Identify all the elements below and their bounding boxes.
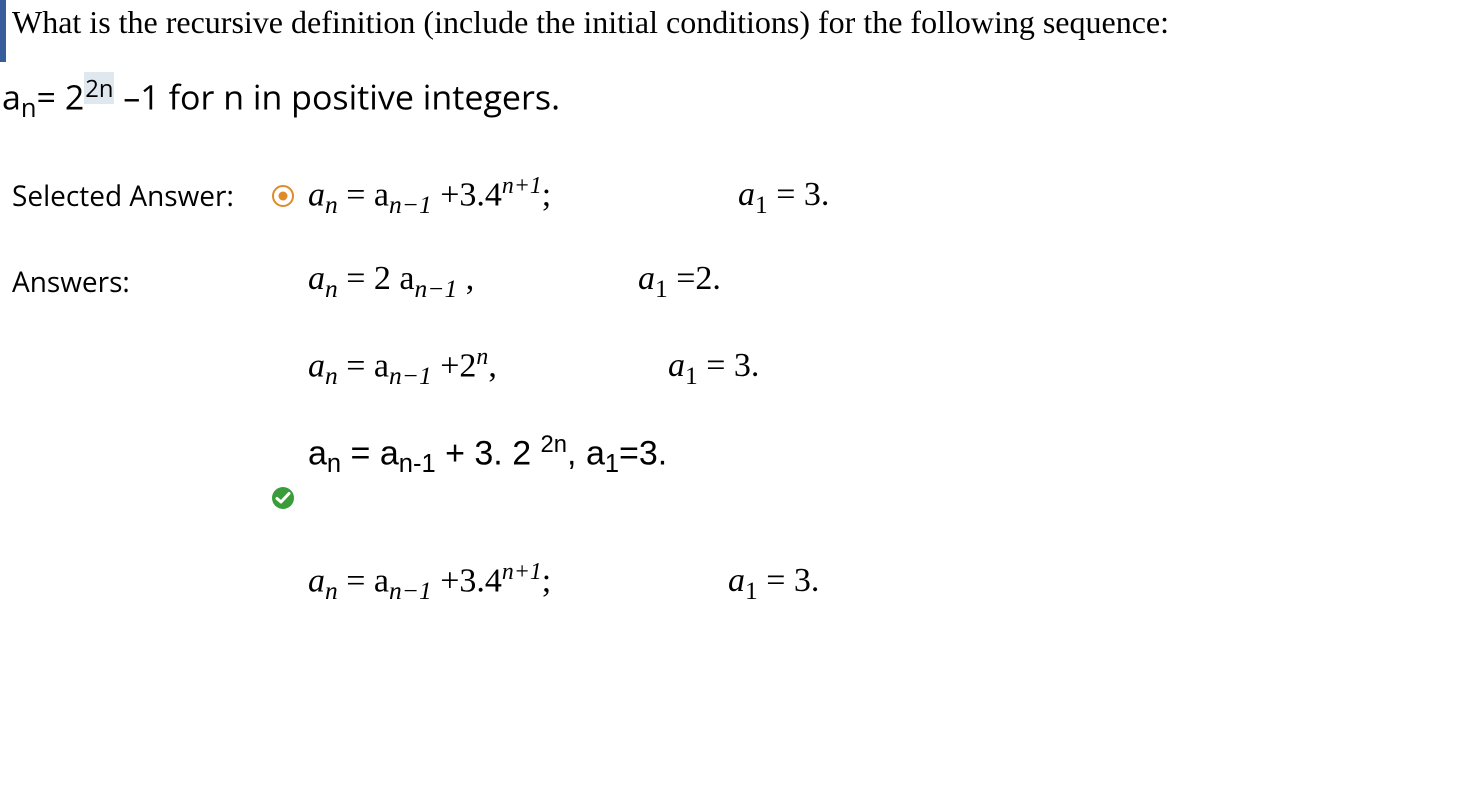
a1-mid: = 2 a [338,260,415,297]
answer-row-3: an = an-1 + 3. 2 2n, a1=3. [12,431,1480,479]
a3-sup: 2n [541,431,567,458]
a2-init-lhs: a [668,347,685,384]
a3-init-rhs: =3. [619,434,667,472]
a3-init-sub: 1 [605,450,619,478]
a3-lhs: a [308,434,327,472]
a3-init-lhs: a [586,434,605,472]
selected-answer-equation: an = an−1 +3.4n+1; a1 = 3. [308,173,829,220]
formula-exp: 2n [84,72,114,104]
question-block: What is the recursive definition (includ… [0,0,1480,606]
answer-2-equation: an = an−1 +2n, a1 = 3. [308,344,759,391]
sa-tail2: ; [542,176,551,213]
a2-lhs-sub: n [325,361,338,390]
formula-lhs-a: a [2,73,21,119]
selected-answer-label: Selected Answer: [12,177,272,215]
answer-4-equation: an = an−1 +3.4n+1; a1 = 3. [308,559,819,606]
a4-mid: = a [338,562,389,599]
a4-sup: n+1 [502,559,542,585]
sa-lhs-sub: n [325,190,338,219]
a1-init-lhs: a [638,260,655,297]
formula-tail: –1 for n in positive integers. [114,73,560,119]
a3-tail1: + 3. 2 [436,434,541,472]
a2-init-rhs: = 3. [698,347,760,384]
answers-label: Answers: [12,263,272,301]
answer-3-equation: an = an-1 + 3. 2 2n, a1=3. [308,431,667,479]
a2-tail2: , [488,347,497,384]
a4-tail1: +3.4 [432,562,502,599]
correct-icon [272,487,294,509]
a3-tail2: , [567,434,586,472]
sa-lhs: a [308,176,325,213]
formula-lhs-sub: n [21,91,37,125]
a4-init-rhs: = 3. [758,562,820,599]
a2-lhs: a [308,347,325,384]
a1-init-sub: 1 [655,274,668,303]
a2-mid-sub: n−1 [389,361,432,390]
a2-mid: = a [338,347,389,384]
answer-row-3-status [12,487,1480,509]
a1-init-rhs: =2. [668,260,721,297]
sa-init-rhs: = 3. [768,176,830,213]
question-accent-bar [0,0,6,62]
a1-tail1: , [457,260,474,297]
sa-sup: n+1 [502,173,542,199]
sa-tail1: +3.4 [432,176,502,213]
a2-tail1: +2 [432,347,477,384]
a1-lhs: a [308,260,325,297]
answer-row-4: an = an−1 +3.4n+1; a1 = 3. [12,559,1480,606]
answer-row-2: an = an−1 +2n, a1 = 3. [12,344,1480,391]
a4-init-lhs: a [728,562,745,599]
a1-mid-sub: n−1 [415,274,458,303]
a2-sup: n [476,344,488,370]
sa-init-lhs: a [738,176,755,213]
a4-tail2: ; [542,562,551,599]
a1-lhs-sub: n [325,274,338,303]
a4-lhs-sub: n [325,576,338,605]
question-prompt: What is the recursive definition (includ… [12,2,1480,44]
a3-mid: = a [341,434,399,472]
answer-3-correct-icon-wrap [272,487,308,509]
a4-lhs: a [308,562,325,599]
selected-answer-status-icon-wrap [272,185,308,207]
sa-mid: = a [338,176,389,213]
a3-lhs-sub: n [327,450,341,478]
a4-mid-sub: n−1 [389,576,432,605]
answer-1-equation: an = 2 an−1 , a1 =2. [308,260,721,304]
a4-init-sub: 1 [745,576,758,605]
a2-init-sub: 1 [685,361,698,390]
answer-row-1: Answers: an = 2 an−1 , a1 =2. [12,260,1480,304]
selected-answer-row: Selected Answer: an = an−1 +3.4n+1; a1 =… [12,173,1480,220]
formula-eq: = 2 [37,73,85,119]
sa-init-sub: 1 [755,190,768,219]
question-formula: an= 22n –1 for n in positive integers. [2,72,1480,125]
a3-mid-sub: n-1 [399,450,436,478]
incorrect-icon [272,185,294,207]
sa-mid-sub: n−1 [389,190,432,219]
